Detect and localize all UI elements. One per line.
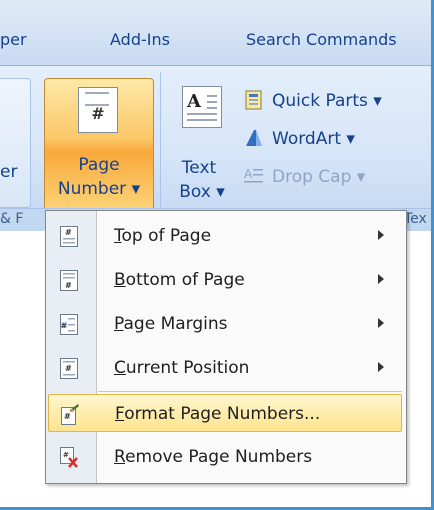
page-number-dropdown-menu: # Top of Page # Bottom of Page # Page Ma… [45,210,407,484]
svg-text:#: # [64,412,71,421]
page-number-icon: # [78,87,118,133]
group-separator [160,72,161,212]
quick-parts-button[interactable]: Quick Parts ▾ [244,90,382,111]
text-box-label-2[interactable]: Box ▾ [172,182,232,202]
menu-item-label: Page Margins [114,314,228,334]
text-box-label-1[interactable]: Text [172,158,226,178]
page-number-button[interactable]: # Page Number ▾ [44,78,154,212]
current-position-icon: # [60,358,78,379]
menu-item-top-of-page[interactable]: # Top of Page [48,217,402,255]
menu-item-page-margins[interactable]: # Page Margins [48,305,402,343]
submenu-arrow-icon [378,318,384,328]
svg-text:#: # [65,228,72,237]
submenu-arrow-icon [378,230,384,240]
tab-search-commands[interactable]: Search Commands [246,30,397,49]
group-label-text: Tex [404,211,427,227]
group-label-header-footer: & F [0,211,24,227]
ribbon-insert-panel: er # Page Number ▾ A Text Box ▾ Quick Pa… [0,66,431,216]
menu-item-bottom-of-page[interactable]: # Bottom of Page [48,261,402,299]
submenu-arrow-icon [378,274,384,284]
format-page-numbers-icon: # [61,404,79,425]
text-box-icon[interactable]: A [182,86,222,128]
header-footer-partial-button[interactable] [0,78,31,208]
svg-text:#: # [65,281,72,290]
remove-page-numbers-icon: # [60,447,78,468]
quick-parts-label: Quick Parts ▾ [272,91,382,111]
wordart-button[interactable]: WordArt ▾ [244,128,355,149]
tab-paper-partial[interactable]: per [0,30,27,49]
page-number-label-1: Page [78,155,120,175]
quick-parts-icon [245,90,262,110]
menu-item-label: Format Page Numbers... [115,404,321,424]
wordart-label: WordArt ▾ [272,129,355,149]
menu-item-current-position[interactable]: # Current Position [48,349,402,387]
menu-item-remove-page-numbers[interactable]: # Remove Page Numbers [48,438,402,476]
drop-cap-button[interactable]: A Drop Cap ▾ [244,166,365,187]
svg-text:#: # [61,322,67,330]
drop-cap-label: Drop Cap ▾ [272,167,366,187]
menu-item-label: Top of Page [114,226,212,246]
menu-item-label: Remove Page Numbers [114,447,313,467]
tab-add-ins[interactable]: Add-Ins [110,30,170,49]
page-top-icon: # [60,226,78,247]
menu-item-format-page-numbers[interactable]: # Format Page Numbers... [48,394,402,432]
ribbon-tab-bar: per Add-Ins Search Commands [0,0,431,66]
page-bottom-icon: # [60,270,78,291]
word-window: per Add-Ins Search Commands er # Page Nu… [0,0,434,510]
svg-text:#: # [65,364,72,373]
svg-text:#: # [63,451,69,459]
menu-separator [98,391,402,392]
menu-item-label: Current Position [114,358,250,378]
partial-button-label: er [0,162,18,182]
submenu-arrow-icon [378,362,384,372]
page-number-label-2: Number ▾ [57,179,141,199]
menu-item-label: Bottom of Page [114,270,245,290]
drop-cap-icon: A [244,167,263,183]
wordart-icon [246,130,262,146]
svg-text:A: A [244,167,253,181]
page-margins-icon: # [60,314,78,335]
